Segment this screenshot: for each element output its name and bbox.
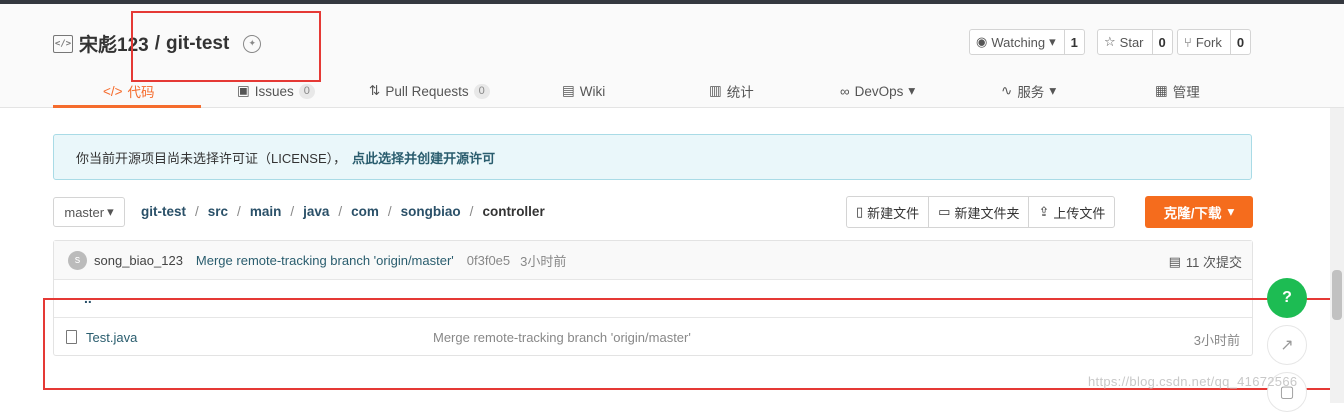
tab-issues-label: Issues [254, 83, 294, 99]
latest-commit-row: s song_biao_123 Merge remote-tracking br… [54, 241, 1252, 280]
caret-down-icon: ▾ [1227, 204, 1235, 219]
avatar[interactable]: s [68, 250, 87, 270]
commit-time: 3小时前 [520, 253, 567, 269]
watermark: https://blog.csdn.net/qq_41672566 [1088, 374, 1298, 389]
scrollbar-thumb[interactable] [1332, 270, 1342, 320]
commit-author[interactable]: song_biao_123 [94, 253, 183, 268]
breadcrumb-java[interactable]: java [303, 204, 329, 219]
breadcrumb-separator: / [387, 204, 392, 219]
scrollbar-track[interactable] [1330, 108, 1344, 403]
breadcrumb-separator: / [338, 204, 343, 219]
tab-wiki-label: Wiki [579, 83, 606, 99]
new-file-label: 新建文件 [867, 205, 920, 221]
pulse-icon: ∿ [1001, 83, 1013, 98]
breadcrumb-src[interactable]: src [208, 204, 228, 219]
caret-down-icon: ▾ [908, 83, 916, 98]
watch-label: Watching [991, 34, 1046, 50]
breadcrumb-songbiao[interactable]: songbiao [401, 204, 461, 219]
fork-button-group[interactable]: ⑂ Fork 0 [1177, 29, 1252, 55]
license-create-link[interactable]: 点此选择并创建开源许可 [352, 148, 495, 167]
tab-stats[interactable]: ▥ 统计 [709, 74, 754, 108]
tab-services-label: 服务 [1017, 85, 1045, 100]
fork-icon: ⑂ [1184, 34, 1192, 50]
repo-code-icon: </> [53, 34, 73, 53]
star-label: Star [1119, 34, 1144, 50]
tab-devops-label: DevOps [854, 83, 904, 99]
manage-icon: ▦ [1155, 83, 1168, 98]
active-tab-indicator [53, 105, 201, 108]
fork-count[interactable]: 0 [1231, 35, 1250, 50]
share-button[interactable]: ↗ [1267, 325, 1307, 365]
tab-devops[interactable]: ∞ DevOps ▾ [840, 74, 915, 108]
new-folder-label: 新建文件夹 [954, 205, 1020, 221]
watch-button-group[interactable]: ◉ Watching ▾ 1 [969, 29, 1085, 55]
commit-message-link[interactable]: Merge remote-tracking branch 'origin/mas… [196, 253, 454, 268]
file-add-icon: ▯ [856, 204, 864, 219]
clone-download-label: 克隆/下载 [1163, 206, 1222, 221]
license-notice-text: 你当前开源项目尚未选择许可证（LICENSE）， [76, 150, 347, 166]
new-folder-button[interactable]: ▭ 新建文件夹 [929, 197, 1030, 227]
watch-button[interactable]: ◉ Watching ▾ 1 [969, 29, 1085, 55]
tab-pull-requests-label: Pull Requests [385, 83, 469, 99]
upload-icon: ⇪ [1038, 204, 1050, 219]
clone-download-button[interactable]: 克隆/下载 ▾ [1145, 196, 1253, 228]
fork-button[interactable]: ⑂ Fork 0 [1177, 29, 1252, 55]
breadcrumb-separator: / [195, 204, 199, 219]
upload-file-button[interactable]: ⇪ 上传文件 [1029, 197, 1114, 227]
branch-name: master [64, 204, 105, 220]
commit-hash[interactable]: 0f3f0e5 [467, 253, 510, 268]
help-label: ? [1282, 289, 1292, 306]
caret-down-icon: ▾ [107, 204, 114, 219]
help-button[interactable]: ? [1267, 278, 1307, 318]
star-button-group[interactable]: ☆ Star 0 [1097, 29, 1173, 55]
annotation-box-repo-name [131, 11, 321, 82]
wiki-icon: ▤ [562, 83, 575, 98]
star-count[interactable]: 0 [1153, 35, 1172, 50]
tab-stats-label: 统计 [726, 85, 754, 100]
tab-services[interactable]: ∿ 服务 ▾ [1001, 74, 1056, 108]
branch-selector[interactable]: master ▾ [53, 197, 125, 227]
watch-count[interactable]: 1 [1065, 35, 1084, 50]
star-button[interactable]: ☆ Star 0 [1097, 29, 1173, 55]
tab-wiki[interactable]: ▤ Wiki [562, 74, 605, 108]
breadcrumb-separator: / [237, 204, 241, 219]
tab-manage-label: 管理 [1172, 85, 1200, 100]
star-icon: ☆ [1104, 34, 1116, 49]
tab-issues-count: 0 [298, 83, 315, 99]
share-icon: ↗ [1280, 337, 1294, 354]
breadcrumb-main[interactable]: main [250, 204, 282, 219]
breadcrumb-controller: controller [482, 204, 545, 219]
breadcrumb-repo[interactable]: git-test [141, 204, 186, 219]
code-icon: </> [103, 83, 123, 99]
history-icon: ▤ [1168, 253, 1181, 269]
pull-request-icon: ⇅ [369, 83, 381, 98]
file-action-group: ▯ 新建文件 ▭ 新建文件夹 ⇪ 上传文件 [846, 196, 1116, 228]
folder-add-icon: ▭ [938, 204, 951, 219]
breadcrumb: git-test / src / main / java / com / songbiao… [141, 204, 545, 219]
chart-icon: ▥ [709, 83, 722, 98]
issues-icon: ▣ [237, 83, 250, 98]
tab-manage[interactable]: ▦ 管理 [1155, 74, 1200, 108]
eye-icon: ◉ [976, 34, 988, 49]
new-file-button[interactable]: ▯ 新建文件 [847, 197, 930, 227]
caret-down-icon: ▾ [1049, 83, 1057, 98]
license-notice: 你当前开源项目尚未选择许可证（LICENSE）， 点此选择并创建开源许可 [53, 134, 1252, 180]
fork-label: Fork [1195, 34, 1222, 50]
upload-file-label: 上传文件 [1053, 205, 1106, 221]
caret-down-icon: ▾ [1049, 34, 1056, 49]
devops-icon: ∞ [840, 83, 850, 99]
breadcrumb-separator: / [290, 204, 295, 219]
tab-code-label: 代码 [127, 85, 155, 100]
tab-pull-requests-count: 0 [473, 83, 490, 99]
commit-count-link[interactable]: ▤ 11 次提交 [1169, 252, 1242, 271]
breadcrumb-com[interactable]: com [351, 204, 379, 219]
tab-pull-requests[interactable]: ⇅ Pull Requests 0 [369, 74, 490, 108]
breadcrumb-separator: / [469, 204, 474, 219]
commit-count-label: 11 次提交 [1185, 255, 1242, 270]
